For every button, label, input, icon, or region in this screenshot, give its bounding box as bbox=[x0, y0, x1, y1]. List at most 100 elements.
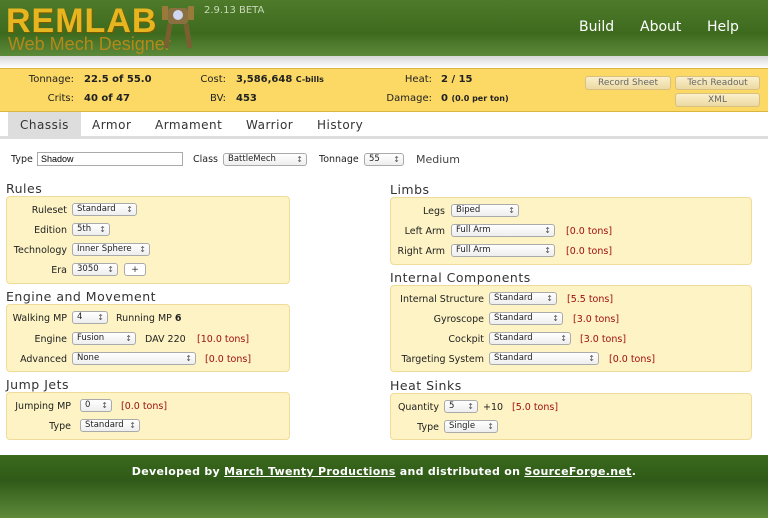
jump-type-select[interactable]: Standard bbox=[80, 419, 140, 432]
cockpit-tons: [3.0 tons] bbox=[580, 334, 627, 345]
jumping-mp-select[interactable]: 0 bbox=[80, 399, 112, 412]
era-label: Era bbox=[51, 265, 67, 276]
cockpit-select[interactable]: Standard bbox=[489, 332, 571, 345]
nav-build[interactable]: Build bbox=[579, 19, 614, 35]
type-input[interactable] bbox=[37, 152, 183, 166]
legs-select[interactable]: Biped bbox=[451, 204, 519, 217]
crits-label: Crits: bbox=[47, 93, 74, 104]
limbs-heading: Limbs bbox=[390, 182, 430, 197]
heat-sink-type-select[interactable]: Single bbox=[444, 420, 498, 433]
advanced-label: Advanced bbox=[20, 354, 67, 365]
era-select[interactable]: 3050 bbox=[72, 263, 118, 276]
heat-sinks-bonus: +10 bbox=[483, 402, 504, 413]
engine-label: Engine bbox=[34, 334, 67, 345]
walking-mp-label: Walking MP bbox=[12, 313, 67, 324]
rules-panel: Ruleset Standard Edition 5th Technology … bbox=[6, 196, 290, 284]
xml-button[interactable]: XML bbox=[675, 93, 760, 107]
sourceforge-link[interactable]: SourceForge.net bbox=[524, 465, 631, 478]
engine-heading: Engine and Movement bbox=[6, 289, 157, 304]
quantity-label: Quantity bbox=[397, 402, 439, 413]
cost-value: 3,586,648 bbox=[236, 74, 293, 85]
tech-readout-button[interactable]: Tech Readout bbox=[675, 76, 760, 90]
crits-value: 40 of 47 bbox=[84, 93, 131, 104]
running-mp-value: 6 bbox=[174, 313, 182, 324]
right-arm-select[interactable]: Full Arm bbox=[451, 244, 555, 257]
weight-class: Medium bbox=[416, 153, 460, 166]
jump-jets-heading: Jump Jets bbox=[6, 377, 69, 392]
walking-mp-select[interactable]: 4 bbox=[72, 311, 108, 324]
march-twenty-link[interactable]: March Twenty Productions bbox=[224, 465, 395, 478]
jump-jets-panel: Jumping MP 0 [0.0 tons] Type Standard bbox=[6, 392, 290, 440]
left-arm-tons: [0.0 tons] bbox=[566, 226, 613, 237]
type-label: Type bbox=[11, 154, 33, 165]
internal-structure-select[interactable]: Standard bbox=[489, 292, 557, 305]
add-era-button[interactable]: + bbox=[124, 263, 146, 276]
header: REMLAB Web Mech Designer 2.9.13 BETA Bui… bbox=[0, 0, 768, 56]
nav-about[interactable]: About bbox=[640, 19, 681, 35]
engine-tons: [10.0 tons] bbox=[197, 334, 250, 345]
gyroscope-select[interactable]: Standard bbox=[489, 312, 563, 325]
advanced-select[interactable]: None bbox=[72, 352, 196, 365]
left-arm-select[interactable]: Full Arm bbox=[451, 224, 555, 237]
logo-subtitle: Web Mech Designer bbox=[8, 34, 171, 54]
footer-text: . bbox=[631, 465, 637, 478]
nav-help[interactable]: Help bbox=[707, 19, 739, 35]
right-arm-tons: [0.0 tons] bbox=[566, 246, 613, 257]
technology-select[interactable]: Inner Sphere bbox=[72, 243, 150, 256]
limbs-panel: Legs Biped Left Arm Full Arm [0.0 tons] … bbox=[390, 197, 752, 265]
jumping-mp-label: Jumping MP bbox=[15, 401, 71, 412]
jump-type-label: Type bbox=[49, 421, 71, 432]
tonnage-value: 22.5 of 55.0 bbox=[84, 74, 152, 85]
record-sheet-button[interactable]: Record Sheet bbox=[585, 76, 671, 90]
version: 2.9.13 BETA bbox=[204, 5, 265, 16]
damage-label: Damage: bbox=[386, 93, 432, 104]
internal-heading: Internal Components bbox=[390, 270, 531, 285]
heat-value: 2 / 15 bbox=[441, 74, 473, 85]
divider bbox=[0, 56, 768, 68]
tab-warrior[interactable]: Warrior bbox=[234, 112, 305, 138]
ruleset-select[interactable]: Standard bbox=[72, 203, 137, 216]
edition-select[interactable]: 5th bbox=[72, 223, 110, 236]
targeting-system-tons: [0.0 tons] bbox=[609, 354, 656, 365]
targeting-system-select[interactable]: Standard bbox=[489, 352, 599, 365]
heat-sink-type-label: Type bbox=[417, 422, 439, 433]
edition-label: Edition bbox=[34, 225, 67, 236]
tonnage-select[interactable]: 55 bbox=[364, 153, 404, 166]
footer-text: Developed by bbox=[131, 465, 225, 478]
gyroscope-label: Gyroscope bbox=[433, 314, 484, 325]
bv-value: 453 bbox=[236, 93, 257, 104]
engine-rating: DAV 220 bbox=[145, 334, 186, 345]
mech-icon bbox=[162, 6, 194, 49]
left-arm-label: Left Arm bbox=[404, 226, 445, 237]
rules-heading: Rules bbox=[6, 181, 43, 196]
tab-history[interactable]: History bbox=[305, 112, 375, 138]
tab-armament[interactable]: Armament bbox=[143, 112, 234, 138]
class-label: Class bbox=[193, 154, 218, 165]
class-select[interactable]: BattleMech bbox=[223, 153, 307, 166]
tonnage-label: Tonnage: bbox=[28, 74, 74, 85]
cost-label: Cost: bbox=[200, 74, 226, 85]
damage-per-ton: (0.0 per ton) bbox=[451, 94, 509, 103]
heat-label: Heat: bbox=[404, 74, 432, 85]
cost-unit: C-bills bbox=[295, 75, 324, 84]
tonnage-label: Tonnage bbox=[319, 154, 359, 165]
jump-jets-tons: [0.0 tons] bbox=[121, 401, 168, 412]
gyroscope-tons: [3.0 tons] bbox=[573, 314, 620, 325]
quantity-select[interactable]: 5 bbox=[444, 400, 478, 413]
legs-label: Legs bbox=[423, 206, 445, 217]
ruleset-label: Ruleset bbox=[31, 205, 67, 216]
targeting-system-label: Targeting System bbox=[401, 354, 484, 365]
right-arm-label: Right Arm bbox=[397, 246, 445, 257]
tab-chassis[interactable]: Chassis bbox=[8, 112, 81, 138]
bv-label: BV: bbox=[210, 93, 226, 104]
tab-bar: Chassis Armor Armament Warrior History bbox=[0, 112, 768, 139]
summary-bar: Tonnage: 22.5 of 55.0 Crits: 40 of 47 Co… bbox=[0, 68, 768, 112]
tab-armor[interactable]: Armor bbox=[80, 112, 143, 138]
engine-select[interactable]: Fusion bbox=[72, 332, 136, 345]
internal-structure-label: Internal Structure bbox=[400, 294, 484, 305]
footer-text: and distributed on bbox=[395, 465, 525, 478]
advanced-tons: [0.0 tons] bbox=[205, 354, 252, 365]
running-mp-label: Running MP bbox=[116, 313, 172, 324]
internal-structure-tons: [5.5 tons] bbox=[567, 294, 614, 305]
cockpit-label: Cockpit bbox=[448, 334, 484, 345]
